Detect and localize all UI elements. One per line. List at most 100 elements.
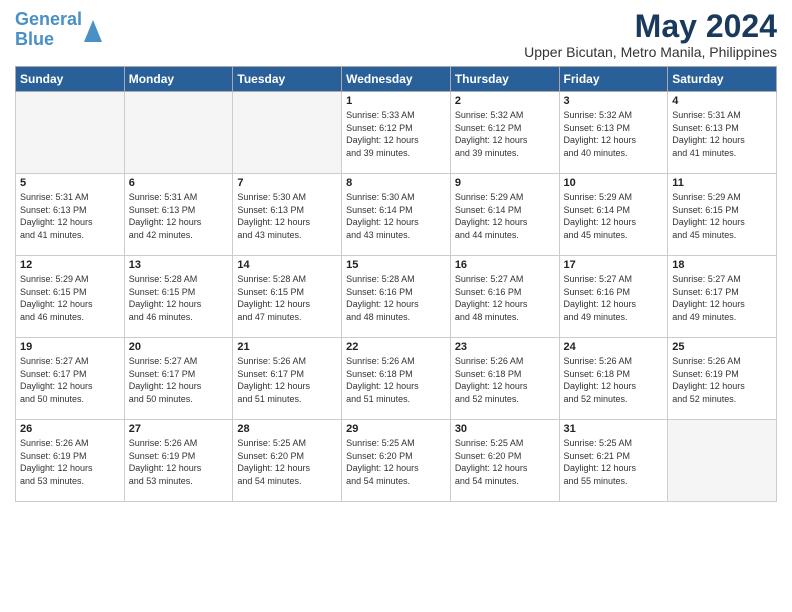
day-info: Sunrise: 5:32 AMSunset: 6:13 PMDaylight:… [564,109,664,159]
table-row: 28 Sunrise: 5:25 AMSunset: 6:20 PMDayligh… [233,420,342,502]
day-info: Sunrise: 5:26 AMSunset: 6:19 PMDaylight:… [672,355,772,405]
day-number: 7 [237,177,337,189]
table-row: 6 Sunrise: 5:31 AMSunset: 6:13 PMDaylight… [124,174,233,256]
table-row [668,420,777,502]
logo-text-block: General Blue [15,10,102,50]
table-row: 11 Sunrise: 5:29 AMSunset: 6:15 PMDayligh… [668,174,777,256]
day-info: Sunrise: 5:30 AMSunset: 6:13 PMDaylight:… [237,191,337,241]
table-row: 21Sunrise: 5:26 AMSunset: 6:17 PMDayligh… [233,338,342,420]
table-row: 27 Sunrise: 5:26 AMSunset: 6:19 PMDayligh… [124,420,233,502]
header-thursday: Thursday [450,67,559,92]
table-row: 31 Sunrise: 5:25 AMSunset: 6:21 PMDayligh… [559,420,668,502]
table-row: 22 Sunrise: 5:26 AMSunset: 6:18 PMDayligh… [342,338,451,420]
day-info: Sunrise: 5:27 AMSunset: 6:17 PMDaylight:… [20,355,120,405]
calendar-week-row: 19 Sunrise: 5:27 AMSunset: 6:17 PMDayligh… [16,338,777,420]
day-number: 20 [129,341,229,353]
day-number: 3 [564,95,664,107]
day-info: Sunrise: 5:26 AMSunset: 6:17 PMDaylight:… [237,355,337,405]
day-number: 11 [672,177,772,189]
table-row: 16Sunrise: 5:27 AMSunset: 6:16 PMDayligh… [450,256,559,338]
calendar-week-row: 1 Sunrise: 5:33 AMSunset: 6:12 PMDaylight… [16,92,777,174]
day-number: 25 [672,341,772,353]
day-number: 13 [129,259,229,271]
day-info: Sunrise: 5:31 AMSunset: 6:13 PMDaylight:… [672,109,772,159]
title-block: May 2024 Upper Bicutan, Metro Manila, Ph… [524,10,777,60]
day-info: Sunrise: 5:26 AMSunset: 6:19 PMDaylight:… [129,437,229,487]
table-row: 4 Sunrise: 5:31 AMSunset: 6:13 PMDaylight… [668,92,777,174]
day-number: 14 [237,259,337,271]
header-tuesday: Tuesday [233,67,342,92]
day-number: 19 [20,341,120,353]
page: General Blue May 2024 Upper Bicutan, Met… [0,0,792,612]
day-number: 31 [564,423,664,435]
day-info: Sunrise: 5:26 AMSunset: 6:18 PMDaylight:… [564,355,664,405]
header-monday: Monday [124,67,233,92]
day-info: Sunrise: 5:25 AMSunset: 6:21 PMDaylight:… [564,437,664,487]
day-number: 6 [129,177,229,189]
table-row: 1 Sunrise: 5:33 AMSunset: 6:12 PMDaylight… [342,92,451,174]
day-number: 24 [564,341,664,353]
day-number: 23 [455,341,555,353]
table-row: 29 Sunrise: 5:25 AMSunset: 6:20 PMDayligh… [342,420,451,502]
table-row: 23 Sunrise: 5:26 AMSunset: 6:18 PMDayligh… [450,338,559,420]
table-row: 24 Sunrise: 5:26 AMSunset: 6:18 PMDayligh… [559,338,668,420]
day-number: 22 [346,341,446,353]
day-info: Sunrise: 5:29 AMSunset: 6:14 PMDaylight:… [455,191,555,241]
day-info: Sunrise: 5:31 AMSunset: 6:13 PMDaylight:… [129,191,229,241]
day-info: Sunrise: 5:33 AMSunset: 6:12 PMDaylight:… [346,109,446,159]
day-info: Sunrise: 5:25 AMSunset: 6:20 PMDaylight:… [237,437,337,487]
logo-line2: Blue [15,30,54,50]
table-row: 14 Sunrise: 5:28 AMSunset: 6:15 PMDayligh… [233,256,342,338]
table-row: 9 Sunrise: 5:29 AMSunset: 6:14 PMDaylight… [450,174,559,256]
table-row [16,92,125,174]
day-number: 29 [346,423,446,435]
day-info: Sunrise: 5:27 AMSunset: 6:17 PMDaylight:… [129,355,229,405]
day-number: 26 [20,423,120,435]
day-number: 17 [564,259,664,271]
table-row: 26Sunrise: 5:26 AMSunset: 6:19 PMDayligh… [16,420,125,502]
day-number: 15 [346,259,446,271]
day-info: Sunrise: 5:27 AMSunset: 6:16 PMDaylight:… [564,273,664,323]
day-info: Sunrise: 5:26 AMSunset: 6:18 PMDaylight:… [455,355,555,405]
table-row: 18Sunrise: 5:27 AMSunset: 6:17 PMDayligh… [668,256,777,338]
table-row: 20 Sunrise: 5:27 AMSunset: 6:17 PMDayligh… [124,338,233,420]
day-info: Sunrise: 5:32 AMSunset: 6:12 PMDaylight:… [455,109,555,159]
day-info: Sunrise: 5:28 AMSunset: 6:15 PMDaylight:… [129,273,229,323]
calendar-location: Upper Bicutan, Metro Manila, Philippines [524,44,777,60]
table-row [233,92,342,174]
day-info: Sunrise: 5:29 AMSunset: 6:15 PMDaylight:… [20,273,120,323]
logo-line1: General [15,10,82,30]
day-info: Sunrise: 5:26 AMSunset: 6:18 PMDaylight:… [346,355,446,405]
calendar-week-row: 12 Sunrise: 5:29 AMSunset: 6:15 PMDayligh… [16,256,777,338]
day-info: Sunrise: 5:28 AMSunset: 6:16 PMDaylight:… [346,273,446,323]
day-number: 18 [672,259,772,271]
day-number: 1 [346,95,446,107]
table-row [124,92,233,174]
day-number: 4 [672,95,772,107]
day-info: Sunrise: 5:25 AMSunset: 6:20 PMDaylight:… [346,437,446,487]
table-row: 5 Sunrise: 5:31 AMSunset: 6:13 PMDaylight… [16,174,125,256]
day-info: Sunrise: 5:29 AMSunset: 6:14 PMDaylight:… [564,191,664,241]
logo-triangle-icon [84,20,102,42]
calendar-title: May 2024 [635,10,777,42]
day-info: Sunrise: 5:28 AMSunset: 6:15 PMDaylight:… [237,273,337,323]
calendar-week-row: 26 Sunrise: 5:26 AMSunset: 6:19 PMDayligh… [16,420,777,502]
table-row: 2Sunrise: 5:32 AMSunset: 6:12 PMDaylight… [450,92,559,174]
header-saturday: Saturday [668,67,777,92]
table-row: 3 Sunrise: 5:32 AMSunset: 6:13 PMDaylight… [559,92,668,174]
header-sunday: Sunday [16,67,125,92]
table-row: 10Sunrise: 5:29 AMSunset: 6:14 PMDayligh… [559,174,668,256]
day-number: 28 [237,423,337,435]
day-info: Sunrise: 5:27 AMSunset: 6:16 PMDaylight:… [455,273,555,323]
day-info: Sunrise: 5:29 AMSunset: 6:15 PMDaylight:… [672,191,772,241]
day-info: Sunrise: 5:31 AMSunset: 6:13 PMDaylight:… [20,191,120,241]
table-row: 15 Sunrise: 5:28 AMSunset: 6:16 PMDayligh… [342,256,451,338]
day-number: 27 [129,423,229,435]
day-number: 9 [455,177,555,189]
table-row: 30Sunrise: 5:25 AMSunset: 6:20 PMDayligh… [450,420,559,502]
logo: General Blue [15,10,102,50]
day-number: 12 [20,259,120,271]
day-info: Sunrise: 5:30 AMSunset: 6:14 PMDaylight:… [346,191,446,241]
day-number: 5 [20,177,120,189]
table-row: 13 Sunrise: 5:28 AMSunset: 6:15 PMDayligh… [124,256,233,338]
